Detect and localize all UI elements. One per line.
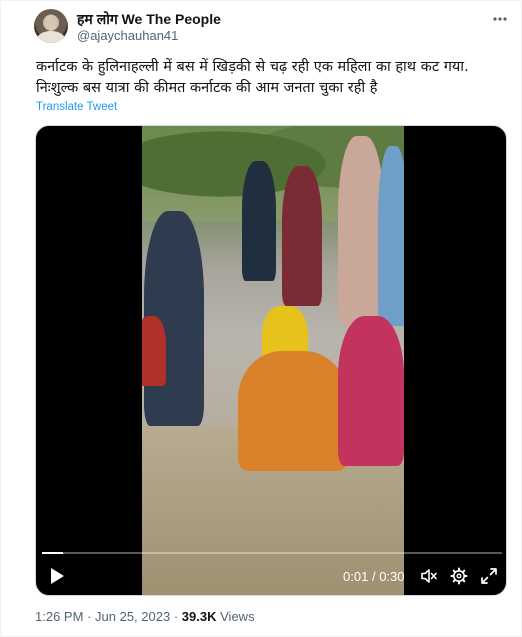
video-progress-fill — [42, 552, 63, 554]
tweet-date[interactable]: Jun 25, 2023 — [95, 609, 170, 624]
avatar-face — [45, 15, 57, 31]
video-scene-person — [238, 351, 348, 471]
video-time-separator: / — [371, 569, 376, 584]
video-scene-person — [282, 166, 322, 306]
avatar-shoulders — [37, 31, 65, 43]
video-progress-bar[interactable] — [42, 552, 502, 554]
fullscreen-icon[interactable] — [480, 567, 498, 585]
gear-icon[interactable] — [450, 567, 468, 585]
video-scene-person — [242, 161, 276, 281]
meta-separator: · — [87, 609, 92, 624]
views-count: 39.3K — [181, 609, 217, 624]
tweet-text-line-2: निःशुल्क बस यात्रा की कीमत कर्नाटक की आम… — [36, 80, 378, 96]
video-time: 0:01 / 0:30 — [343, 569, 405, 584]
more-icon[interactable] — [491, 11, 509, 27]
author-handle[interactable]: @ajaychauhan41 — [77, 28, 178, 43]
tweet-time[interactable]: 1:26 PM — [35, 609, 83, 624]
video-frame[interactable] — [142, 126, 404, 595]
volume-muted-icon[interactable] — [420, 567, 438, 585]
video-duration: 0:30 — [379, 569, 405, 584]
video-player[interactable]: 0:01 / 0:30 — [35, 125, 507, 596]
meta-separator: · — [173, 609, 179, 624]
tweet-text: कर्नाटक के हुलिनाहल्ली में बस में खिड़की… — [36, 57, 506, 99]
play-icon — [51, 568, 64, 584]
author-display-name[interactable]: हम लोग We The People — [77, 10, 221, 29]
tweet-text-line-1: कर्नाटक के हुलिनाहल्ली में बस में खिड़की… — [36, 59, 469, 75]
video-current-time: 0:01 — [343, 569, 369, 584]
play-button[interactable] — [48, 566, 66, 586]
tweet-meta: 1:26 PM · Jun 25, 2023 · 39.3K Views — [35, 609, 255, 624]
tweet-card: हम लोग We The People @ajaychauhan41 कर्न… — [0, 0, 522, 637]
video-scene-person — [378, 146, 404, 326]
video-scene-person — [338, 316, 404, 466]
translate-tweet-link[interactable]: Translate Tweet — [36, 101, 117, 113]
avatar[interactable] — [34, 9, 68, 43]
video-scene-person — [142, 316, 166, 386]
views-label: Views — [220, 609, 255, 624]
